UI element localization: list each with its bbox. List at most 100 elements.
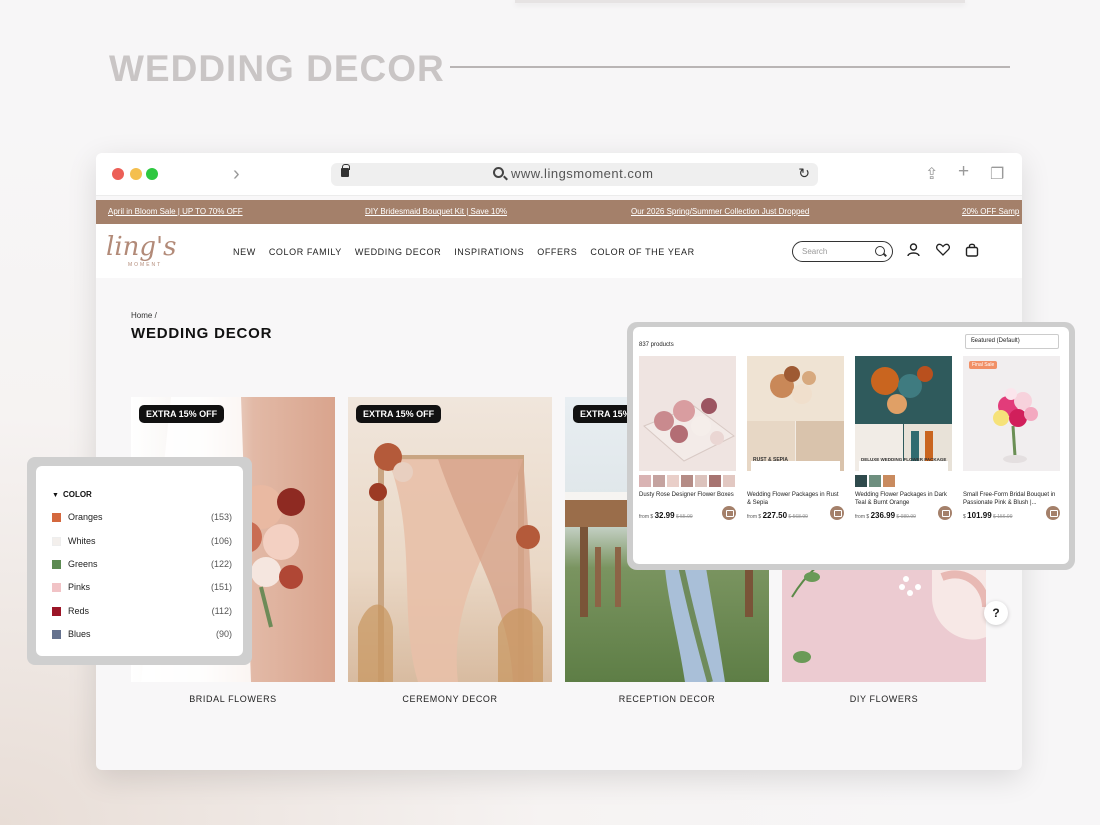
chevron-down-icon: ⌄ <box>971 338 977 344</box>
product-card[interactable]: Dusty Rose Designer Flower Boxes from $ … <box>639 356 736 520</box>
nav-item-inspirations[interactable]: INSPIRATIONS <box>454 247 524 257</box>
product-banner: DELUXE WEDDING FLOWER PACKAGE <box>861 457 947 462</box>
close-window-button[interactable] <box>112 168 124 180</box>
color-swatch <box>52 583 61 592</box>
color-swatch <box>52 513 61 522</box>
product-name[interactable]: Wedding Flower Packages in Dark Teal & B… <box>855 491 952 507</box>
search-icon <box>493 167 504 178</box>
category-label[interactable]: CEREMONY DECOR <box>348 694 552 704</box>
account-icon[interactable] <box>907 243 920 260</box>
add-to-cart-icon[interactable] <box>938 506 952 520</box>
promo-link[interactable]: April in Bloom Sale | UP TO 70% OFF <box>108 207 243 216</box>
product-name[interactable]: Small Free-Form Bridal Bouquet in Passio… <box>963 491 1060 507</box>
breadcrumb[interactable]: Home / <box>131 311 157 320</box>
cart-icon[interactable] <box>965 243 979 260</box>
filter-option-count: (153) <box>210 512 232 522</box>
final-sale-badge: Final Sale <box>969 361 998 369</box>
filter-option-blues[interactable]: Blues (90) <box>52 628 232 642</box>
filter-option-oranges[interactable]: Oranges (153) <box>52 511 232 525</box>
hero-divider <box>450 66 1010 68</box>
product-grid-panel: 837 products Featured (Default) ⌄ Dusty … <box>633 327 1069 564</box>
share-icon[interactable]: ⇪ <box>925 164 938 184</box>
color-filter-panel: ▼ COLOR Oranges (153) Whites (106) Greens… <box>36 466 243 656</box>
forward-icon[interactable]: › <box>233 163 240 186</box>
help-button[interactable]: ? <box>984 601 1008 625</box>
lock-icon <box>341 164 350 177</box>
category-tile-ceremony-decor[interactable]: EXTRA 15% OFF <box>348 397 552 682</box>
product-name[interactable]: Wedding Flower Packages in Rust & Sepia <box>747 491 844 507</box>
filter-option-whites[interactable]: Whites (106) <box>52 535 232 549</box>
nav-item-color-of-the-year[interactable]: COLOR OF THE YEAR <box>590 247 694 257</box>
product-card[interactable]: RUST & SEPIA Wedding Flower Packages in … <box>747 356 844 520</box>
product-card[interactable]: DELUXE WEDDING FLOWER PACKAGE Wedding Fl… <box>855 356 952 520</box>
add-to-cart-icon[interactable] <box>1046 506 1060 520</box>
filter-option-pinks[interactable]: Pinks (151) <box>52 581 232 595</box>
discount-badge: EXTRA 15% OFF <box>139 405 225 423</box>
product-banner: RUST & SEPIA <box>753 457 789 463</box>
browser-toolbar: › www.lingsmoment.com ↻ ⇪ + ❐ <box>96 153 1022 196</box>
nav-item-wedding-decor[interactable]: WEDDING DECOR <box>355 247 441 257</box>
color-swatch <box>52 537 61 546</box>
color-swatch <box>52 560 61 569</box>
background-window-edge <box>515 0 965 3</box>
variant-swatches[interactable] <box>747 475 844 487</box>
page-title: WEDDING DECOR <box>131 325 273 342</box>
promo-link[interactable]: Our 2026 Spring/Summer Collection Just D… <box>631 207 809 216</box>
search-placeholder: Search <box>802 247 828 256</box>
category-label[interactable]: BRIDAL FLOWERS <box>131 694 335 704</box>
product-image[interactable]: RUST & SEPIA <box>747 356 844 471</box>
variant-swatches[interactable] <box>855 475 952 487</box>
product-count: 837 products <box>639 342 674 348</box>
search-icon[interactable] <box>875 246 885 256</box>
url-text[interactable]: www.lingsmoment.com <box>511 166 653 181</box>
color-filter-card: ▼ COLOR Oranges (153) Whites (106) Greens… <box>27 457 252 665</box>
product-name[interactable]: Dusty Rose Designer Flower Boxes <box>639 491 736 507</box>
filter-option-reds[interactable]: Reds (112) <box>52 605 232 619</box>
wishlist-heart-icon[interactable] <box>936 243 950 259</box>
filter-option-label: Oranges <box>68 512 103 522</box>
variant-swatches[interactable] <box>963 475 1060 487</box>
plus-icon[interactable]: + <box>958 161 969 183</box>
color-swatch <box>52 630 61 639</box>
filter-option-count: (151) <box>210 582 232 592</box>
filter-heading[interactable]: ▼ COLOR <box>52 490 92 499</box>
product-image[interactable]: DELUXE WEDDING FLOWER PACKAGE <box>855 356 952 471</box>
filter-option-count: (122) <box>210 559 232 569</box>
hero-title: WEDDING DECOR <box>109 48 445 89</box>
site-header: ling's MOMENT NEW COLOR FAMILY WEDDING D… <box>96 224 1022 278</box>
product-card[interactable]: Final Sale Small Free-Form Bridal Bouque… <box>963 356 1060 520</box>
filter-option-count: (112) <box>211 606 232 616</box>
product-image[interactable] <box>639 356 736 471</box>
nav-item-new[interactable]: NEW <box>233 247 256 257</box>
site-search-input[interactable]: Search <box>792 241 893 262</box>
color-swatch <box>52 607 61 616</box>
reload-icon[interactable]: ↻ <box>798 165 810 182</box>
minimize-window-button[interactable] <box>130 168 142 180</box>
caret-down-icon: ▼ <box>52 492 59 499</box>
maximize-window-button[interactable] <box>146 168 158 180</box>
filter-option-label: Reds <box>68 606 90 616</box>
category-label[interactable]: RECEPTION DECOR <box>565 694 769 704</box>
nav-item-color-family[interactable]: COLOR FAMILY <box>269 247 342 257</box>
ceremony-arch-image <box>358 443 543 682</box>
product-image[interactable]: Final Sale <box>963 356 1060 471</box>
sort-select[interactable]: Featured (Default) ⌄ <box>965 334 1059 349</box>
site-logo-sub: MOMENT <box>128 262 163 268</box>
add-to-cart-icon[interactable] <box>830 506 844 520</box>
tabs-icon[interactable]: ❐ <box>990 164 1004 184</box>
nav-item-offers[interactable]: OFFERS <box>537 247 577 257</box>
promo-bar: April in Bloom Sale | UP TO 70% OFF DIY … <box>96 200 1022 224</box>
filter-option-count: (90) <box>215 629 232 639</box>
filter-option-greens[interactable]: Greens (122) <box>52 558 232 572</box>
site-logo[interactable]: ling's <box>106 232 177 262</box>
filter-option-count: (106) <box>210 536 232 546</box>
promo-link[interactable]: DIY Bridesmaid Bouquet Kit | Save 10% <box>365 207 507 216</box>
discount-badge: EXTRA 15% OFF <box>356 405 442 423</box>
product-grid-card: 837 products Featured (Default) ⌄ Dusty … <box>627 322 1075 570</box>
address-bar[interactable]: www.lingsmoment.com ↻ <box>331 163 818 186</box>
promo-link[interactable]: 20% OFF Samp <box>962 207 1019 216</box>
category-label[interactable]: DIY FLOWERS <box>782 694 986 704</box>
variant-swatches[interactable] <box>639 475 736 487</box>
filter-option-label: Greens <box>68 559 98 569</box>
add-to-cart-icon[interactable] <box>722 506 736 520</box>
